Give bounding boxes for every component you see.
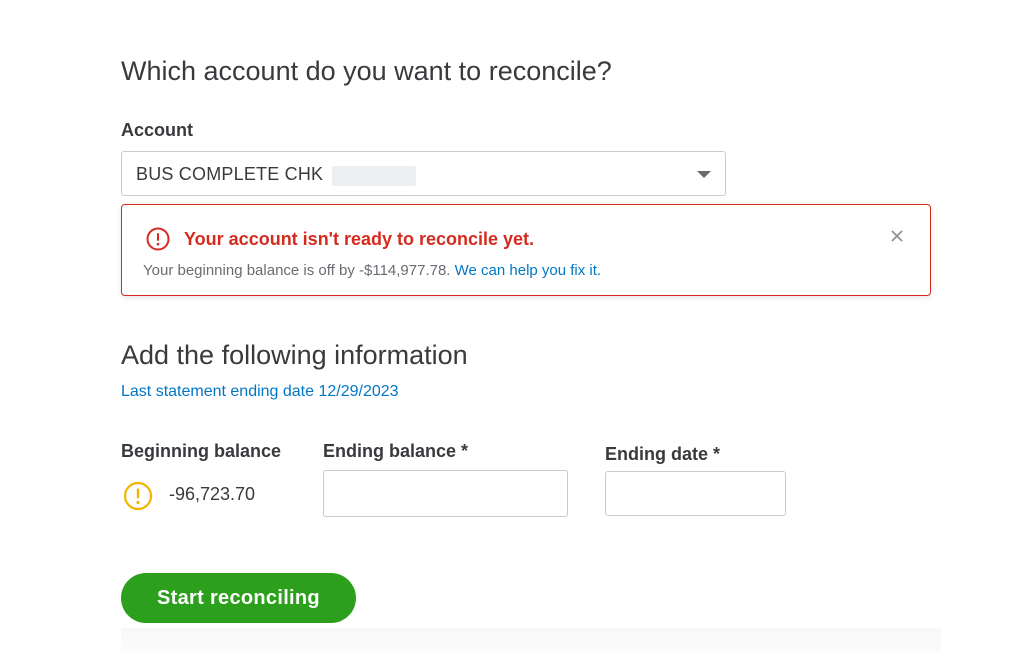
account-select-value: BUS COMPLETE CHK: [136, 164, 324, 184]
section-title: Add the following information: [121, 340, 468, 370]
fix-it-link[interactable]: We can help you fix it.: [455, 262, 601, 279]
last-statement-date: Last statement ending date 12/29/2023: [121, 383, 399, 400]
chevron-down-icon[interactable]: [697, 171, 711, 178]
beginning-balance-value: -96,723.70: [169, 484, 256, 504]
reconcile-page: Which account do you want to reconcile? …: [0, 0, 1024, 666]
ending-balance-input[interactable]: [323, 470, 568, 517]
redacted-account-number: [332, 166, 416, 186]
close-icon[interactable]: [886, 225, 908, 247]
error-alert: Your account isn't ready to reconcile ye…: [121, 204, 931, 296]
account-label: Account: [121, 120, 193, 140]
alert-title: Your account isn't ready to reconcile ye…: [184, 229, 535, 249]
start-reconciling-button[interactable]: Start reconciling: [121, 573, 356, 623]
alert-message: Your beginning balance is off by -$114,9…: [143, 262, 451, 279]
page-title: Which account do you want to reconcile?: [121, 56, 612, 86]
beginning-balance-label: Beginning balance: [121, 441, 282, 461]
alert-message-row: Your beginning balance is off by -$114,9…: [143, 262, 601, 279]
account-select[interactable]: BUS COMPLETE CHK: [121, 151, 726, 196]
ending-date-label: Ending date *: [605, 444, 721, 464]
ending-balance-label: Ending balance *: [323, 441, 469, 461]
ending-date-input[interactable]: [605, 471, 786, 516]
error-circle-icon: [146, 227, 170, 251]
bottom-divider: [121, 628, 941, 652]
warning-circle-icon: [123, 481, 153, 511]
